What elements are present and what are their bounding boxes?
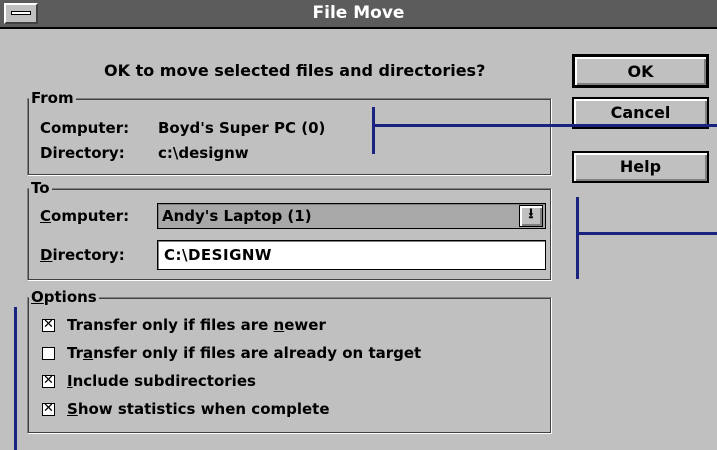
- window-title: File Move: [312, 3, 405, 23]
- option-subdirectories-label[interactable]: Include subdirectories: [67, 371, 256, 391]
- option-subdirectories-checkbox[interactable]: ✕: [42, 373, 55, 388]
- to-directory-input[interactable]: C:\DESIGNW: [157, 240, 546, 270]
- option-already-on-target-label[interactable]: Transfer only if files are already on ta…: [67, 343, 421, 363]
- option-statistics-checkbox[interactable]: ✕: [42, 401, 55, 416]
- check-mark-icon: ✕: [43, 317, 54, 332]
- from-group-label: From: [29, 89, 76, 107]
- option-statistics-label[interactable]: Show statistics when complete: [67, 399, 330, 419]
- to-computer-selected: Andy's Laptop (1): [162, 207, 312, 225]
- from-computer-value: Boyd's Super PC (0): [158, 119, 326, 137]
- prompt-text: OK to move selected files and directorie…: [104, 61, 486, 80]
- system-menu-button[interactable]: [4, 3, 38, 24]
- option-newer-checkbox[interactable]: ✕: [42, 317, 55, 332]
- option-newer-label[interactable]: Transfer only if files are newer: [67, 315, 326, 335]
- from-annotation-bracket: [372, 107, 375, 154]
- to-directory-label: Directory:: [40, 246, 125, 264]
- to-group-label: To: [29, 179, 52, 197]
- system-menu-icon: [11, 11, 31, 15]
- to-computer-dropdown[interactable]: Andy's Laptop (1) ⭳: [157, 203, 546, 229]
- check-mark-icon: ✕: [43, 401, 54, 416]
- to-annotation-bracket: [576, 197, 579, 279]
- options-group-label: Options: [29, 288, 99, 306]
- to-directory-value: C:\DESIGNW: [164, 246, 272, 264]
- to-annotation-line: [576, 232, 717, 235]
- from-directory-value: c:\designw: [158, 144, 249, 162]
- check-mark-icon: ✕: [43, 373, 54, 388]
- from-annotation-line: [372, 124, 717, 127]
- option-already-on-target-checkbox[interactable]: [42, 347, 55, 360]
- from-directory-label: Directory:: [40, 144, 125, 162]
- ok-button[interactable]: OK: [572, 54, 709, 88]
- dropdown-arrow-icon[interactable]: ⭳: [519, 205, 543, 227]
- from-computer-label: Computer:: [40, 119, 130, 137]
- help-button[interactable]: Help: [572, 151, 709, 183]
- to-computer-label: Computer:: [40, 207, 130, 225]
- options-annotation-bracket: [14, 307, 17, 450]
